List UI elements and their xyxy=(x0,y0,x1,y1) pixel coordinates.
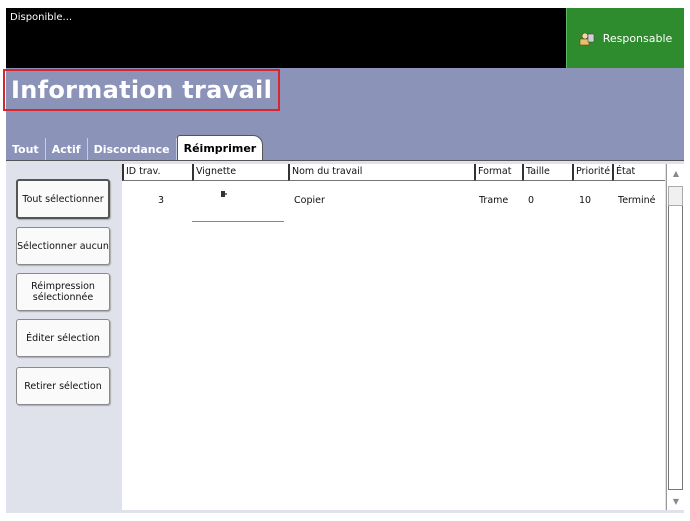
tab-tout[interactable]: Tout xyxy=(6,138,46,160)
cell-size: 0 xyxy=(528,195,535,206)
job-table: ID trav. Vignette Nom du travail Format … xyxy=(122,164,665,510)
user-role-icon xyxy=(579,32,594,46)
reprint-selected-button[interactable]: Réimpression sélectionnée xyxy=(16,273,110,311)
page-title-highlight: Information travail xyxy=(3,69,281,111)
job-tabs: Tout Actif Discordance Réimprimer xyxy=(6,134,264,160)
cell-job-name: Copier xyxy=(294,195,325,206)
tab-reimprimer[interactable]: Réimprimer xyxy=(176,135,264,160)
cell-format: Trame xyxy=(479,195,509,206)
col-header-state[interactable]: État xyxy=(612,164,665,181)
responsable-label: Responsable xyxy=(602,31,673,45)
select-all-button[interactable]: Tout sélectionner xyxy=(16,179,110,219)
cell-thumbnail xyxy=(192,182,284,222)
table-scrollbar[interactable]: ▲ ▼ xyxy=(666,164,685,510)
edit-selection-button[interactable]: Éditer sélection xyxy=(16,319,110,357)
job-content-panel: Tout sélectionner Sélectionner aucun Réi… xyxy=(6,160,685,513)
table-row[interactable]: 3 Copier Trame 0 10 Terminé xyxy=(122,182,665,222)
page-title: Information travail xyxy=(11,76,273,104)
scroll-up-arrow-icon[interactable]: ▲ xyxy=(667,164,685,182)
scroll-down-arrow-icon[interactable]: ▼ xyxy=(667,492,685,510)
remove-selection-button[interactable]: Retirer sélection xyxy=(16,367,110,405)
col-header-id[interactable]: ID trav. xyxy=(122,164,192,181)
page-header: Information travail Tout Actif Discordan… xyxy=(3,68,684,160)
responsable-button[interactable]: Responsable xyxy=(566,8,684,68)
col-header-thumbnail[interactable]: Vignette xyxy=(192,164,288,181)
cell-state: Terminé xyxy=(618,195,656,206)
cell-job-id: 3 xyxy=(158,195,165,206)
top-status-bar: Disponible... Responsable xyxy=(6,8,684,68)
scrollbar-track[interactable] xyxy=(668,206,683,490)
col-header-format[interactable]: Format xyxy=(474,164,522,181)
table-header: ID trav. Vignette Nom du travail Format … xyxy=(122,164,665,182)
cell-priority: 10 xyxy=(579,195,592,206)
select-none-button[interactable]: Sélectionner aucun xyxy=(16,227,110,265)
machine-status-text: Disponible... xyxy=(10,12,73,23)
document-thumbnail-icon xyxy=(221,191,227,197)
col-header-job-name[interactable]: Nom du travail xyxy=(288,164,474,181)
scrollbar-thumb[interactable] xyxy=(668,186,683,206)
col-header-priority[interactable]: Priorité xyxy=(572,164,612,181)
tab-actif[interactable]: Actif xyxy=(46,138,88,160)
tab-discordance[interactable]: Discordance xyxy=(88,138,177,160)
col-header-size[interactable]: Taille xyxy=(522,164,572,181)
